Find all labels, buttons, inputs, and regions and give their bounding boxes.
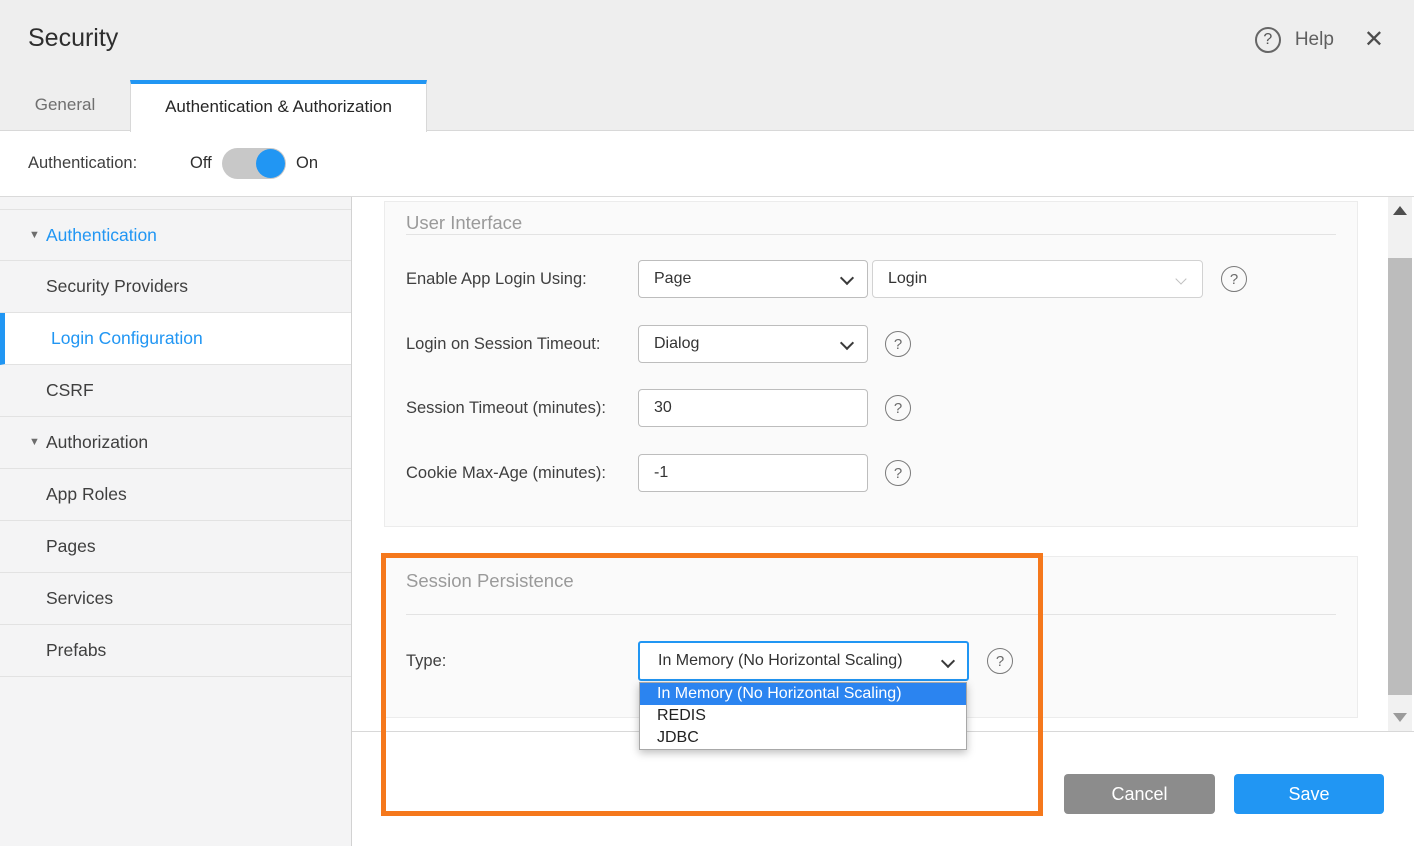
sidebar-item-app-roles[interactable]: App Roles	[0, 469, 351, 521]
sidebar-item-security-providers[interactable]: Security Providers	[0, 261, 351, 313]
sidebar-item-prefabs[interactable]: Prefabs	[0, 625, 351, 677]
field-label: Enable App Login Using:	[406, 260, 631, 298]
sidebar-item-csrf[interactable]: CSRF	[0, 365, 351, 417]
dropdown-option-in-memory[interactable]: In Memory (No Horizontal Scaling)	[640, 683, 966, 705]
sidebar-section-label: Authorization	[46, 417, 148, 468]
settings-sidebar: ▼ Authentication Security Providers Logi…	[0, 197, 352, 846]
triangle-down-icon: ▼	[29, 417, 40, 468]
session-timeout-input[interactable]	[654, 390, 867, 426]
question-mark-glyph: ?	[894, 400, 902, 417]
divider	[406, 614, 1336, 615]
header-actions: ? Help ✕	[1255, 0, 1384, 80]
select-value: Dialog	[654, 335, 699, 352]
sidebar-section-authentication[interactable]: ▼ Authentication	[0, 209, 351, 261]
enable-app-login-select[interactable]: Page	[638, 260, 868, 298]
help-icon[interactable]: ?	[1221, 266, 1247, 292]
sidebar-item-label: Services	[46, 573, 113, 624]
chevron-down-icon	[1175, 273, 1186, 284]
sidebar-item-label: App Roles	[46, 469, 127, 520]
dialog-header: Security ? Help ✕	[0, 0, 1414, 80]
field-label: Cookie Max-Age (minutes):	[406, 454, 631, 492]
session-timeout-field-wrap	[638, 389, 868, 427]
authentication-toggle-row	[0, 131, 1414, 197]
toggle-knob	[256, 149, 285, 178]
sidebar-item-label: Prefabs	[46, 625, 106, 676]
question-mark-glyph: ?	[894, 336, 902, 353]
sidebar-item-login-configuration[interactable]: Login Configuration	[0, 313, 351, 365]
field-label: Session Timeout (minutes):	[406, 389, 631, 427]
chevron-down-icon	[840, 271, 854, 285]
chevron-down-icon	[840, 336, 854, 350]
toggle-off-label: Off	[190, 131, 212, 196]
select-value: Page	[654, 270, 691, 287]
tab-general[interactable]: General	[0, 80, 130, 130]
help-link[interactable]: Help	[1295, 29, 1334, 51]
question-mark-glyph: ?	[1230, 271, 1238, 288]
toggle-on-label: On	[296, 131, 318, 196]
field-label: Type:	[406, 641, 631, 681]
login-page-select[interactable]: Login	[872, 260, 1203, 298]
sidebar-section-label: Authentication	[46, 210, 157, 261]
scroll-up-arrow-icon[interactable]	[1393, 206, 1407, 215]
dropdown-option-jdbc[interactable]: JDBC	[640, 727, 966, 749]
cancel-button[interactable]: Cancel	[1064, 774, 1215, 814]
triangle-down-icon: ▼	[29, 210, 40, 261]
session-persistence-type-select[interactable]: In Memory (No Horizontal Scaling)	[638, 641, 969, 681]
cookie-max-age-input[interactable]	[654, 455, 867, 491]
save-button[interactable]: Save	[1234, 774, 1384, 814]
sidebar-item-services[interactable]: Services	[0, 573, 351, 625]
divider	[406, 234, 1336, 235]
close-icon[interactable]: ✕	[1364, 28, 1384, 52]
help-icon[interactable]: ?	[987, 648, 1013, 674]
sidebar-item-label: Login Configuration	[51, 313, 203, 364]
vertical-scrollbar[interactable]	[1388, 197, 1412, 731]
select-value: In Memory (No Horizontal Scaling)	[658, 652, 903, 669]
sidebar-item-label: Security Providers	[46, 261, 188, 312]
help-icon[interactable]: ?	[885, 460, 911, 486]
select-value: Login	[888, 270, 927, 287]
sidebar-item-label: Pages	[46, 521, 96, 572]
tab-authentication-authorization[interactable]: Authentication & Authorization	[130, 80, 427, 132]
scrollbar-thumb[interactable]	[1388, 258, 1412, 695]
chevron-down-icon	[941, 654, 955, 668]
sidebar-item-label: CSRF	[46, 365, 94, 416]
authentication-label: Authentication:	[28, 131, 137, 196]
help-icon[interactable]: ?	[885, 395, 911, 421]
sidebar-section-authorization[interactable]: ▼ Authorization	[0, 417, 351, 469]
panel-title: User Interface	[406, 212, 522, 234]
panel-title: Session Persistence	[406, 570, 574, 592]
field-label: Login on Session Timeout:	[406, 325, 631, 363]
security-dialog: Security ? Help ✕ General Authentication…	[0, 0, 1414, 846]
cookie-max-age-field-wrap	[638, 454, 868, 492]
help-icon[interactable]: ?	[885, 331, 911, 357]
sidebar-item-pages[interactable]: Pages	[0, 521, 351, 573]
authentication-toggle[interactable]	[222, 148, 286, 179]
question-mark-glyph: ?	[1263, 31, 1272, 49]
user-interface-panel: User Interface Enable App Login Using: P…	[384, 201, 1358, 527]
login-on-session-timeout-select[interactable]: Dialog	[638, 325, 868, 363]
page-title: Security	[28, 24, 118, 53]
dropdown-option-redis[interactable]: REDIS	[640, 705, 966, 727]
help-icon[interactable]: ?	[1255, 27, 1281, 53]
question-mark-glyph: ?	[996, 653, 1004, 670]
question-mark-glyph: ?	[894, 465, 902, 482]
scroll-down-arrow-icon[interactable]	[1393, 713, 1407, 722]
type-dropdown-listbox: In Memory (No Horizontal Scaling) REDIS …	[639, 682, 967, 750]
